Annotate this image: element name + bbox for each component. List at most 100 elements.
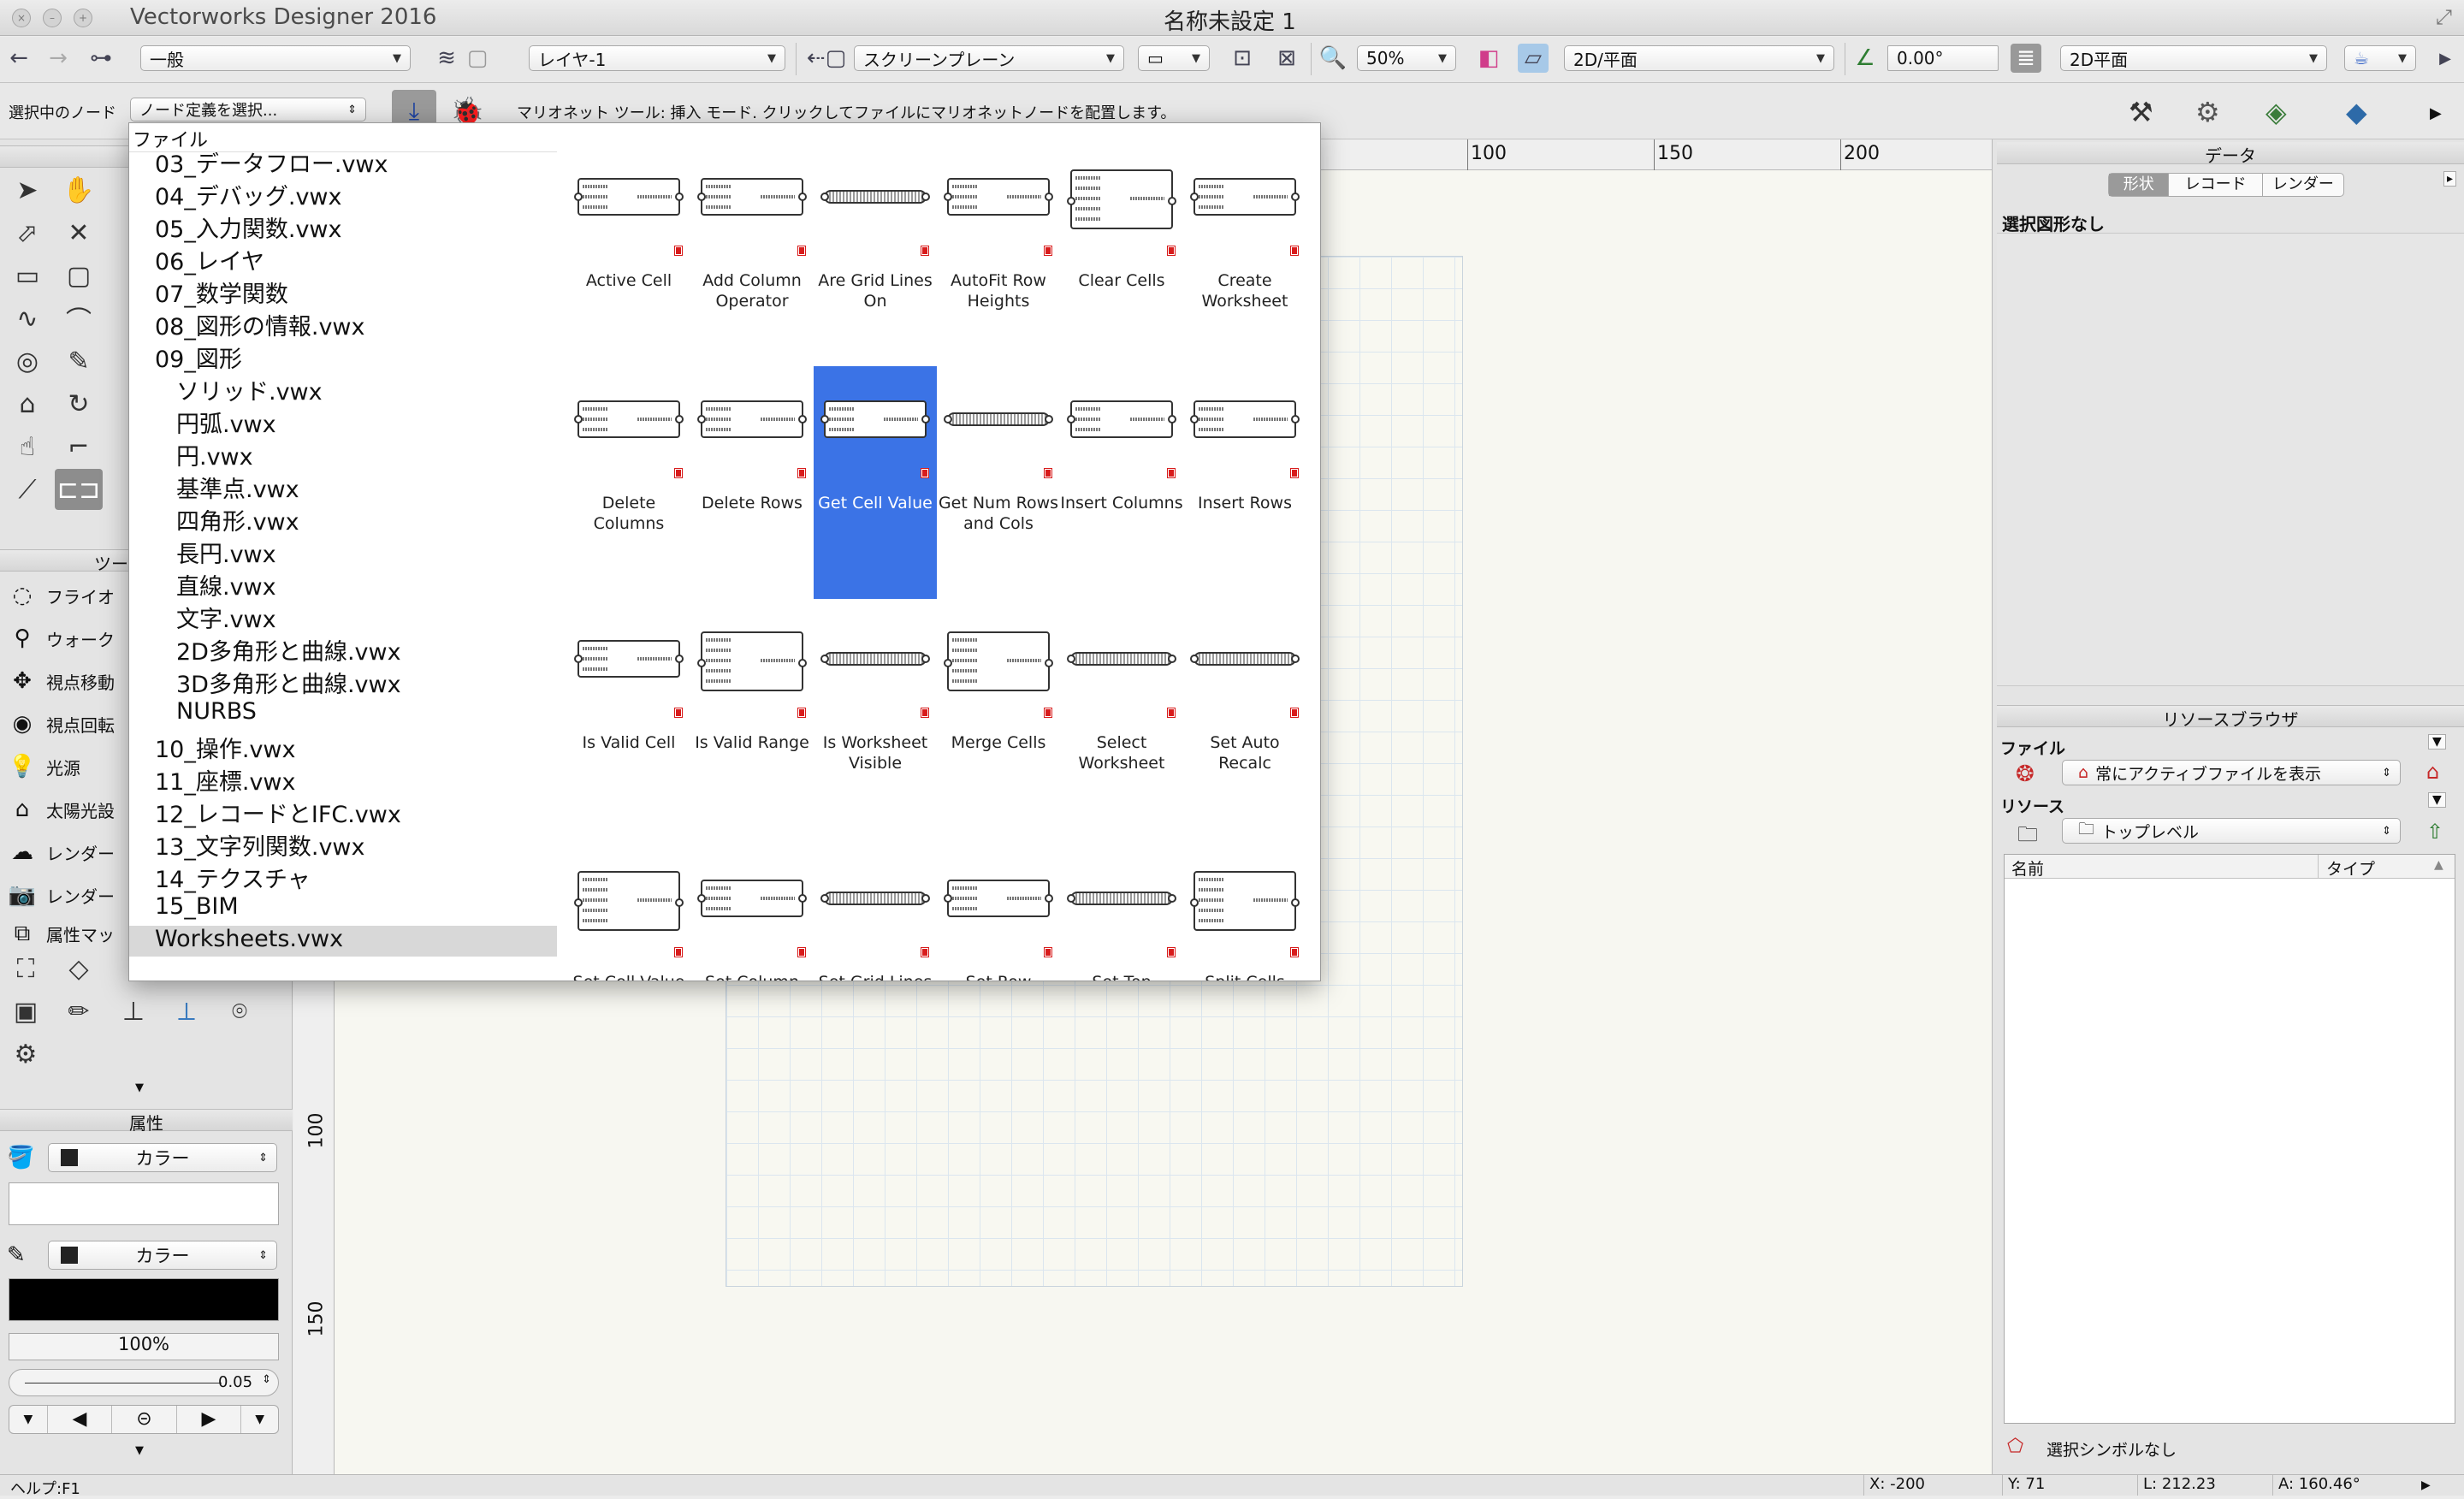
render-mode-icon[interactable]: ≣ [2011, 44, 2041, 73]
layer-options-icon[interactable]: ▢ [462, 44, 493, 73]
rotate-tool-icon[interactable]: ↻ [60, 385, 98, 423]
file-list-item[interactable]: 14_テクスチャ [155, 861, 311, 894]
eyedropper-tool-icon[interactable]: ✎ [60, 342, 98, 380]
polyline-tool-icon[interactable]: ⌒ [60, 299, 98, 337]
file-list-item[interactable]: 四角形.vwx [176, 503, 299, 536]
toolset-item[interactable]: 📷 レンダー [7, 878, 115, 912]
gear-tool-icon[interactable]: ⚙ [7, 1035, 44, 1073]
toolset-item[interactable]: ◌ フライオ [7, 578, 115, 613]
arrow-start-dropdown[interactable]: ▼ [9, 1406, 47, 1433]
class-icon[interactable]: ⊶ [86, 44, 116, 73]
pen-style-select[interactable]: カラー ⇕ [48, 1241, 277, 1270]
settings-gear-icon[interactable]: ⚙ [2195, 96, 2220, 128]
node-item[interactable]: Insert Columns [1060, 366, 1183, 599]
rectangle-tool-icon[interactable]: ▭ [9, 257, 46, 294]
resource-list[interactable]: 名前 タイプ ▲ [2004, 854, 2455, 1424]
plane-select[interactable]: スクリーンプレーン ▼ [854, 45, 1124, 71]
toolset-item[interactable]: ⌂ 太陽光設 [7, 792, 115, 827]
selection-arrow-icon[interactable]: ➤ [9, 171, 46, 209]
view-select[interactable]: 2D/平面 ▼ [1564, 45, 1834, 71]
node-item[interactable]: Active Cell [567, 144, 690, 376]
fixture-tool-icon[interactable]: ⌾ [221, 992, 258, 1030]
node-definition-select[interactable]: ノード定義を選択... ⇕ [130, 98, 366, 121]
file-list-item[interactable]: 05_入力関数.vwx [155, 210, 341, 244]
close-window-button[interactable]: × [12, 9, 31, 27]
perspective-icon[interactable]: ◧ [1473, 44, 1504, 73]
node-item[interactable]: Set Top [1060, 845, 1183, 981]
link-icon[interactable]: ⊝ [111, 1406, 176, 1433]
sheet-select[interactable]: ▭ ▼ [1138, 45, 1210, 71]
fill-style-select[interactable]: カラー ⇕ [48, 1143, 277, 1172]
node-item[interactable]: Insert Rows [1183, 366, 1306, 599]
folder-up-icon[interactable]: ⇧ [2426, 820, 2443, 844]
file-list-item[interactable]: Worksheets.vwx [129, 926, 557, 957]
toolset-item[interactable]: ⧉ 属性マッ [7, 921, 115, 946]
toolset-item[interactable]: 💡 光源 [7, 750, 80, 784]
modebar-overflow-icon[interactable]: ▶ [2430, 104, 2442, 122]
node-grid[interactable]: Active Cell Add Column Operator Are Grid L… [557, 123, 1320, 981]
file-list-item[interactable]: 11_座標.vwx [155, 763, 295, 797]
file-list-item[interactable]: 3D多角形と曲線.vwx [176, 666, 401, 699]
file-list-item[interactable]: 直線.vwx [176, 568, 276, 601]
line-tool-icon[interactable]: ⟋ [9, 471, 46, 508]
node-item[interactable]: Split Cells [1183, 845, 1306, 981]
zoom-objects-icon[interactable]: ⊠ [1271, 44, 1302, 73]
status-expand-icon[interactable]: ▶ [2421, 1478, 2431, 1492]
x-tool-icon[interactable]: ✕ [60, 214, 98, 252]
column-type-header[interactable]: タイプ [2326, 856, 2375, 880]
node-item[interactable]: Delete Columns [567, 366, 690, 599]
file-list-item[interactable]: NURBS [176, 698, 257, 725]
hand-point-tool-icon[interactable]: ☝ [9, 428, 46, 465]
file-list-item[interactable]: 2D多角形と曲線.vwx [176, 633, 401, 667]
node-item[interactable]: Merge Cells [937, 606, 1060, 838]
arrow-right-icon[interactable]: ▶ [175, 1406, 241, 1433]
file-list-item[interactable]: 08_図形の情報.vwx [155, 308, 364, 341]
box-tool-icon[interactable]: ▣ [7, 992, 44, 1030]
arrow-left-icon[interactable]: ◀ [46, 1406, 112, 1433]
zoom-window-button[interactable]: + [74, 9, 92, 27]
file-list-item[interactable]: 12_レコードとIFC.vwx [155, 796, 401, 829]
no-select-icon[interactable]: ⚒ [2129, 96, 2153, 128]
arrow-end-dropdown[interactable]: ▼ [240, 1406, 278, 1433]
node-item[interactable]: Is Worksheet Visible [814, 606, 937, 838]
grid-plane-icon[interactable]: ▱ [1518, 44, 1549, 73]
node-item[interactable]: Set Grid Lines [814, 845, 937, 981]
zoom-icon[interactable]: 🔍 [1318, 44, 1348, 73]
angle-icon[interactable]: ∠ [1850, 44, 1881, 73]
rounded-rect-tool-icon[interactable]: ▢ [60, 257, 98, 294]
node-item[interactable]: Clear Cells [1060, 144, 1183, 376]
resource-folder-select[interactable]: 🗀 トップレベル ⇕ [2062, 818, 2401, 844]
file-list-item[interactable]: 13_文字列関数.vwx [155, 828, 364, 862]
site-tool-icon[interactable]: ⛶ [7, 950, 44, 987]
file-menu-dropdown[interactable]: ▼ [2428, 734, 2446, 750]
file-list-item[interactable]: 文字.vwx [176, 601, 276, 634]
node-item[interactable]: Create Worksheet [1183, 144, 1306, 376]
resource-menu-dropdown[interactable]: ▼ [2428, 792, 2446, 808]
file-list-item[interactable]: 円.vwx [176, 438, 253, 471]
home-button-icon[interactable]: ⌂ [2426, 760, 2439, 784]
file-list-item[interactable]: 04_デバッグ.vwx [155, 178, 341, 211]
snap-icon[interactable]: ◈ [2266, 96, 2287, 128]
tab-render[interactable]: レンダー [2261, 174, 2343, 196]
toolset-item[interactable]: ✥ 視点移動 [7, 664, 115, 698]
plane-mode-icon[interactable]: ⇠▢ [804, 44, 849, 73]
file-list-item[interactable]: 06_レイヤ [155, 243, 264, 276]
file-list-item[interactable]: 07_数学関数 [155, 276, 288, 309]
tab-record[interactable]: レコード [2168, 174, 2261, 196]
fillet-tool-icon[interactable]: ⌐ [60, 428, 98, 465]
node-item[interactable]: Set Row Height [937, 845, 1060, 981]
toolbar-overflow-icon[interactable]: ▶ [2430, 44, 2461, 73]
pipe-tool-icon[interactable]: ⟂ [168, 992, 205, 1030]
node-item[interactable]: Select Worksheet [1060, 606, 1183, 838]
light-select[interactable]: ☕ ▼ [2344, 45, 2416, 71]
node-item[interactable]: Is Valid Cell [567, 606, 690, 838]
toolset-item[interactable]: ☁ レンダー [7, 835, 115, 869]
forward-arrow-icon[interactable]: → [43, 44, 74, 73]
file-select[interactable]: ⌂ 常にアクティブファイルを表示 ⇕ [2062, 760, 2401, 785]
file-list-item[interactable]: 10_操作.vwx [155, 731, 295, 764]
palette-menu-icon[interactable]: ▸ [2443, 171, 2457, 187]
node-item[interactable]: Set Cell Value [567, 845, 690, 981]
node-item[interactable]: Get Cell Value [814, 366, 937, 599]
toolset-item[interactable]: ◉ 視点回転 [7, 707, 115, 741]
node-item[interactable]: Is Valid Range [690, 606, 814, 838]
